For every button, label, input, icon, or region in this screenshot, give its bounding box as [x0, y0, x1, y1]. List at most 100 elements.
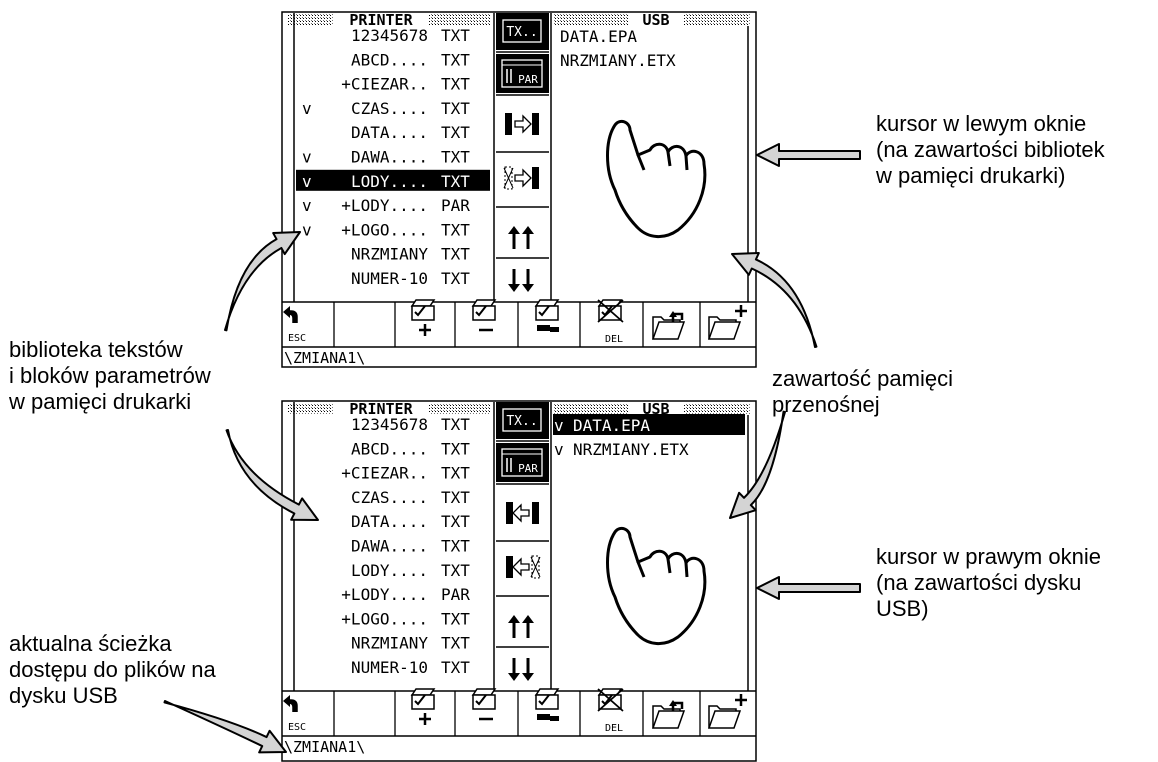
row-name: DAWA....: [351, 148, 428, 167]
row-name: ABCD....: [351, 50, 428, 69]
file-row-printer: NUMER-10 TXT: [351, 658, 470, 677]
annotation-line: dysku USB: [9, 683, 118, 708]
annotation-line: USB): [876, 596, 929, 621]
row-ext: PAR: [441, 196, 470, 215]
row-ext: TXT: [441, 75, 470, 94]
row-ext: TXT: [441, 220, 470, 239]
esc-label: ESC: [288, 333, 306, 344]
par-label: PAR: [518, 73, 538, 86]
row-mark: v: [302, 196, 312, 215]
row-ext: TXT: [441, 50, 470, 69]
row-name: 12345678: [351, 415, 428, 434]
par-label: PAR: [518, 462, 538, 475]
row-ext: TXT: [441, 26, 470, 45]
file-row-printer: +LODY.... PAR: [341, 585, 470, 604]
file-row-printer: 12345678 TXT: [351, 26, 470, 45]
row-name: ABCD....: [351, 439, 428, 458]
file-row-usb: DATA.EPA: [560, 27, 637, 46]
row-name: +CIEZAR..: [341, 75, 428, 94]
file-row-printer: ABCD.... TXT: [351, 50, 470, 69]
file-row-printer: DAWA.... TXT: [351, 537, 470, 556]
row-ext: TXT: [441, 99, 470, 118]
row-name: +CIEZAR..: [341, 464, 428, 483]
row-ext: TXT: [441, 439, 470, 458]
row-name: DATA....: [351, 123, 428, 142]
par-button: PAR: [496, 443, 549, 482]
current-path-label: \ZMIANA1\: [284, 349, 365, 367]
row-ext: PAR: [441, 585, 470, 604]
tx-button: TX..: [496, 13, 549, 50]
row-mark: v: [302, 172, 312, 191]
row-name: +LODY....: [341, 585, 428, 604]
diagram: PRINTER USB 12345678 TXT ABCD.... TXT +CIEZAR.…: [0, 0, 1158, 762]
move-block-icon: [534, 688, 560, 721]
row-ext: TXT: [441, 415, 470, 434]
row-mark: v: [554, 416, 564, 435]
row-ext: TXT: [441, 488, 470, 507]
row-name: 12345678: [351, 26, 428, 45]
file-row-printer: +LOGO.... TXT: [341, 609, 470, 628]
file-row-printer: DATA.... TXT: [351, 512, 470, 531]
row-name: NUMER-10: [351, 658, 428, 677]
current-path-label: \ZMIANA1\: [284, 738, 365, 756]
row-ext: TXT: [441, 269, 470, 288]
file-row-printer: LODY.... TXT: [351, 561, 470, 580]
file-row-printer: NUMER-10 TXT: [351, 269, 470, 288]
row-name: NRZMIANY: [351, 634, 428, 653]
row-name: DAWA....: [351, 537, 428, 556]
annotation-cursor-right: kursor w prawym oknie (na zawartości dys…: [876, 544, 1101, 622]
file-row-printer: ABCD.... TXT: [351, 439, 470, 458]
annotation-line: dostępu do plików na: [9, 657, 216, 682]
row-ext: TXT: [441, 609, 470, 628]
row-name: DATA.EPA: [560, 27, 637, 46]
row-ext: TXT: [441, 464, 470, 483]
row-ext: TXT: [441, 537, 470, 556]
annotation-usb-content: zawartość pamięci przenośnej: [772, 366, 953, 418]
header-usb-label: USB: [642, 11, 669, 29]
row-name: CZAS....: [351, 99, 428, 118]
del-label: DEL: [605, 334, 623, 345]
del-label: DEL: [605, 723, 623, 734]
annotation-library: biblioteka tekstów i bloków parametrów w…: [9, 337, 211, 415]
row-ext: TXT: [441, 123, 470, 142]
file-row-printer: DATA.... TXT: [351, 123, 470, 142]
annotation-line: zawartość pamięci: [772, 366, 953, 391]
row-name: NRZMIANY.ETX: [560, 51, 676, 70]
row-mark: v: [302, 99, 312, 118]
annotation-cursor-left: kursor w lewym oknie (na zawartości bibl…: [876, 111, 1105, 189]
row-ext: TXT: [441, 245, 470, 264]
file-row-printer: v LODY.... TXT: [296, 169, 490, 191]
row-ext: TXT: [441, 561, 470, 580]
annotation-line: kursor w prawym oknie: [876, 544, 1101, 569]
annotation-line: w pamięci drukarki): [876, 163, 1066, 188]
file-row-usb: NRZMIANY.ETX: [560, 51, 676, 70]
row-name: +LOGO....: [341, 220, 428, 239]
tx-button: TX..: [496, 402, 549, 439]
file-row-usb: v DATA.EPA: [553, 414, 745, 435]
par-button: PAR: [496, 54, 549, 93]
annotation-line: i bloków parametrów: [9, 363, 211, 388]
annotation-line: kursor w lewym oknie: [876, 111, 1087, 136]
annotation-line: biblioteka tekstów: [9, 337, 183, 362]
tx-label: TX..: [506, 414, 537, 429]
file-row-printer: +CIEZAR.. TXT: [341, 464, 470, 483]
tx-label: TX..: [506, 25, 537, 40]
row-name: +LODY....: [341, 196, 428, 215]
move-block-icon: [534, 299, 560, 332]
file-row-printer: +CIEZAR.. TXT: [341, 75, 470, 94]
row-name: +LOGO....: [341, 609, 428, 628]
row-name: NRZMIANY.ETX: [573, 440, 689, 459]
annotation-line: przenośnej: [772, 392, 880, 417]
row-ext: TXT: [441, 512, 470, 531]
annotation-line: (na zawartości dysku: [876, 570, 1082, 595]
row-ext: TXT: [441, 172, 470, 191]
row-ext: TXT: [441, 634, 470, 653]
row-name: CZAS....: [351, 488, 428, 507]
row-ext: TXT: [441, 658, 470, 677]
row-name: DATA....: [351, 512, 428, 531]
annotation-path: aktualna ścieżka dostępu do plików na dy…: [9, 631, 216, 709]
arrow-to-left-cursor: [756, 143, 861, 167]
annotation-line: (na zawartości bibliotek: [876, 137, 1105, 162]
row-mark: v: [302, 220, 312, 239]
file-row-printer: CZAS.... TXT: [351, 488, 470, 507]
